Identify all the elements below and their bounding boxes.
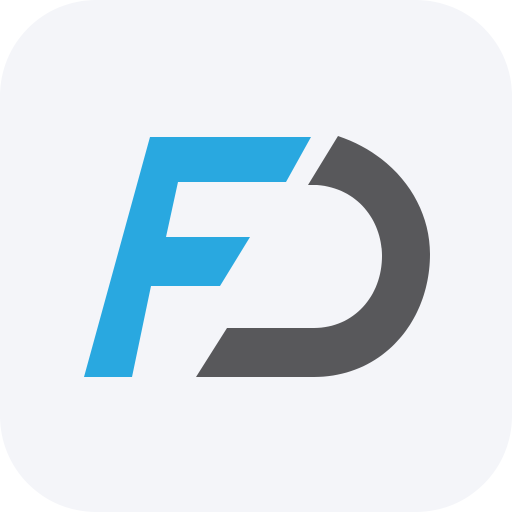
fd-logo-icon bbox=[0, 0, 512, 512]
icon-background bbox=[0, 0, 512, 512]
app-icon[interactable] bbox=[0, 0, 512, 512]
